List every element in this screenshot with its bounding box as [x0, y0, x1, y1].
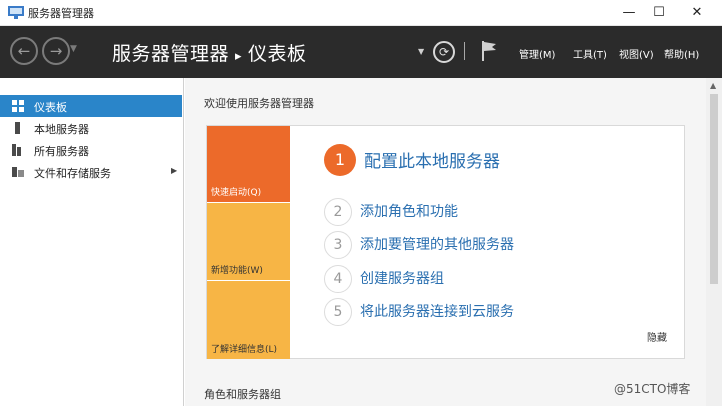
step-link[interactable]: 将此服务器连接到云服务	[360, 301, 514, 321]
server-icon	[15, 122, 20, 134]
step-link[interactable]: 添加要管理的其他服务器	[360, 234, 514, 254]
tile-label: 了解详细信息(L)	[211, 345, 278, 355]
menu-help[interactable]: 帮助(H)	[664, 46, 699, 61]
step-link[interactable]: 添加角色和功能	[360, 201, 458, 221]
sidebar-item-file-storage[interactable]: 文件和存储服务 ▶	[0, 161, 182, 183]
roles-section-heading: 角色和服务器组	[204, 388, 281, 401]
refresh-icon[interactable]: ⟳	[433, 41, 455, 63]
header-bar: ← → ▼ 服务器管理器 ▸ 仪表板 ▼ ⟳ 管理(M) 工具(T) 视图(V) 帮…	[0, 26, 722, 78]
sidebar-item-dashboard[interactable]: 仪表板	[0, 95, 182, 117]
step-number-badge: 2	[324, 198, 352, 226]
menu-manage[interactable]: 管理(M)	[519, 46, 555, 61]
sidebar: 仪表板 本地服务器 所有服务器 文件和存储服务 ▶	[0, 78, 184, 406]
tile-label: 新增功能(W)	[211, 266, 263, 276]
tile-learn-more[interactable]: 了解详细信息(L)	[207, 281, 290, 359]
menu-tools[interactable]: 工具(T)	[573, 46, 607, 61]
maximize-button[interactable]: ☐	[642, 0, 676, 26]
storage-icon	[12, 167, 24, 177]
scroll-thumb[interactable]	[710, 94, 718, 284]
sidebar-item-all-servers[interactable]: 所有服务器	[0, 139, 182, 161]
tile-whats-new[interactable]: 新增功能(W)	[207, 203, 290, 280]
minimize-button[interactable]: —	[612, 0, 646, 26]
notifications-flag-icon[interactable]	[481, 41, 497, 61]
step-number-badge: 3	[324, 231, 352, 259]
breadcrumb-separator: ▸	[235, 49, 243, 64]
close-button[interactable]: ✕	[680, 0, 714, 26]
step-number-badge: 1	[324, 144, 356, 176]
breadcrumb-root[interactable]: 服务器管理器	[112, 43, 229, 65]
watermark: @51CTO博客	[614, 382, 691, 396]
expand-arrow-icon[interactable]: ▶	[171, 166, 177, 175]
sidebar-item-label: 所有服务器	[34, 145, 89, 158]
main-content: 欢迎使用服务器管理器 快速启动(Q) 新增功能(W) 了解详细信息(L) 1 配…	[185, 78, 722, 406]
breadcrumb-current: 仪表板	[248, 43, 307, 65]
window-title: 服务器管理器	[28, 7, 94, 20]
breadcrumb: 服务器管理器 ▸ 仪表板	[112, 39, 307, 66]
sidebar-item-label: 本地服务器	[34, 123, 89, 136]
forward-button[interactable]: →	[42, 37, 70, 65]
hide-link[interactable]: 隐藏	[647, 329, 667, 344]
step-number-badge: 5	[324, 298, 352, 326]
back-button[interactable]: ←	[10, 37, 38, 65]
tile-quick-start[interactable]: 快速启动(Q)	[207, 126, 290, 202]
sidebar-item-label: 仪表板	[34, 101, 67, 114]
history-dropdown-icon[interactable]: ▼	[70, 44, 77, 54]
header-divider	[464, 42, 465, 60]
dashboard-icon	[12, 100, 24, 112]
servers-icon	[12, 144, 21, 156]
step-number-badge: 4	[324, 265, 352, 293]
scroll-up-icon[interactable]: ▲	[710, 81, 716, 90]
server-manager-app-icon	[8, 6, 24, 19]
quick-start-panel: 快速启动(Q) 新增功能(W) 了解详细信息(L) 1 配置此本地服务器 2 添…	[206, 125, 685, 359]
vertical-scrollbar[interactable]: ▲	[706, 78, 722, 406]
menu-view[interactable]: 视图(V)	[619, 46, 654, 61]
sidebar-item-local-server[interactable]: 本地服务器	[0, 117, 182, 139]
step-link[interactable]: 创建服务器组	[360, 268, 444, 288]
refresh-dropdown-icon[interactable]: ▼	[418, 47, 424, 56]
welcome-heading: 欢迎使用服务器管理器	[204, 97, 314, 110]
sidebar-item-label: 文件和存储服务	[34, 167, 111, 180]
title-bar: 服务器管理器 — ☐ ✕	[0, 0, 722, 26]
step-link[interactable]: 配置此本地服务器	[364, 147, 500, 172]
tile-label: 快速启动(Q)	[211, 188, 262, 198]
